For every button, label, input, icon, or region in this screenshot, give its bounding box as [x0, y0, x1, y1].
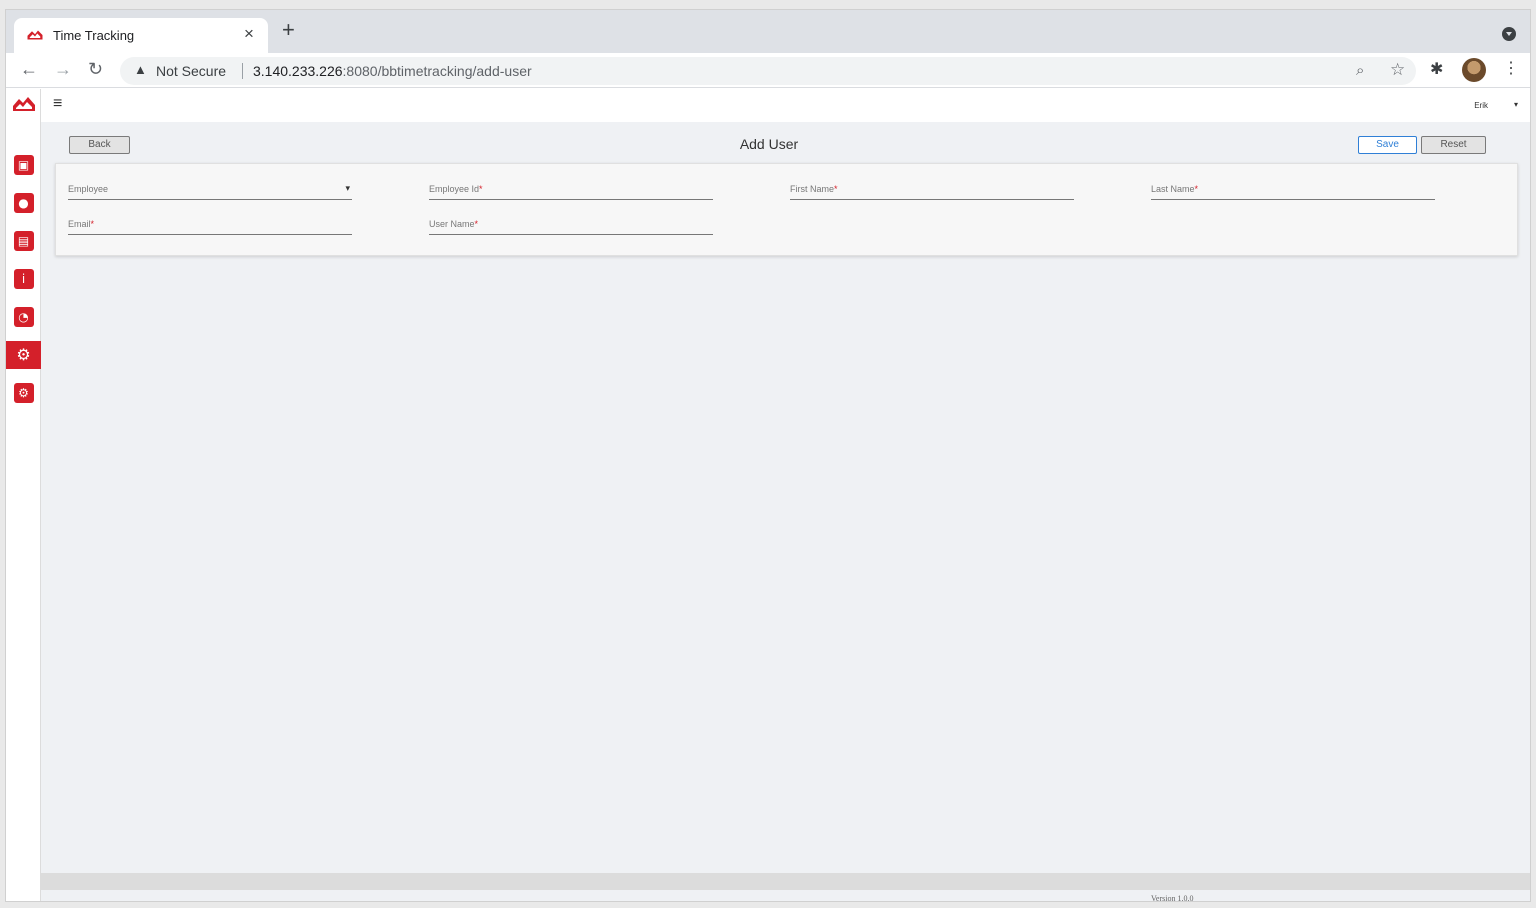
email-field[interactable]: Email*: [68, 215, 352, 235]
extensions-icon[interactable]: ✱: [1430, 59, 1443, 79]
close-tab-icon[interactable]: ×: [244, 24, 254, 44]
required-mark: *: [474, 219, 479, 229]
first-name-field[interactable]: First Name*: [790, 180, 1074, 200]
browser-tab[interactable]: Time Tracking ×: [14, 18, 268, 53]
gear-icon: ⚙: [16, 345, 31, 364]
person-icon: ●: [13, 193, 34, 213]
version-text: Version 1.0.0: [1151, 894, 1194, 902]
dashboard-icon: ▣: [13, 155, 34, 175]
required-mark: *: [834, 184, 838, 194]
top-bar: ≡ Erik ▾: [41, 89, 1530, 122]
tab-strip: Time Tracking × +: [6, 10, 1530, 53]
sidebar-item-2[interactable]: ▤: [6, 227, 41, 255]
tab-title: Time Tracking: [53, 28, 135, 43]
employee-select[interactable]: Employee ▾: [68, 180, 352, 200]
address-bar[interactable]: ▲ Not Secure 3.140.233.226:8080/bbtimetr…: [120, 57, 1416, 85]
sidebar-item-0[interactable]: ▣: [6, 151, 41, 179]
chevron-down-icon[interactable]: ▾: [345, 183, 350, 194]
last-name-label: Last Name*: [1151, 184, 1198, 194]
save-button[interactable]: Save: [1358, 136, 1417, 154]
info-icon: i: [13, 269, 34, 289]
required-mark: *: [1194, 184, 1199, 194]
sidebar-item-5[interactable]: ⚙: [6, 341, 41, 369]
back-arrow-icon[interactable]: ←: [20, 59, 38, 79]
url-text[interactable]: 3.140.233.226:8080/bbtimetracking/add-us…: [253, 63, 532, 79]
required-mark: *: [90, 219, 95, 229]
zoom-icon[interactable]: ⌕: [1356, 62, 1364, 79]
label-text: First Name: [790, 184, 835, 194]
hamburger-menu-icon[interactable]: ≡: [53, 95, 62, 113]
sidebar-item-4[interactable]: ◔: [6, 303, 41, 331]
warning-icon: ▲: [134, 62, 147, 77]
new-tab-icon[interactable]: +: [282, 19, 295, 41]
label-text: User Name: [429, 219, 475, 229]
user-settings-icon: ⚙: [13, 383, 34, 403]
url-host: 3.140.233.226: [253, 63, 343, 79]
user-clock-icon: ◔: [13, 307, 34, 327]
required-mark: *: [479, 184, 483, 194]
user-name-label: User Name*: [429, 219, 478, 229]
reload-icon[interactable]: ↻: [88, 59, 103, 79]
app-logo-icon[interactable]: [12, 95, 36, 113]
employee-id-label: Employee Id*: [429, 184, 483, 194]
app-logo-icon: [27, 30, 43, 40]
email-label: Email*: [68, 219, 94, 229]
profile-avatar[interactable]: [1462, 58, 1486, 82]
sidebar: ▣ ● ▤ i ◔ ⚙ ⚙: [6, 89, 41, 901]
user-name-field[interactable]: User Name*: [429, 215, 713, 235]
footer-bar: [41, 873, 1530, 890]
employee-id-field[interactable]: Employee Id*: [429, 180, 713, 200]
address-separator: [242, 63, 243, 79]
sidebar-item-1[interactable]: ●: [6, 189, 41, 217]
app-area: ▣ ● ▤ i ◔ ⚙ ⚙ ≡ Erik ▾ Back Add User Save Rese…: [6, 89, 1530, 902]
label-text: Last Name: [1151, 184, 1195, 194]
reset-button[interactable]: Reset: [1421, 136, 1486, 154]
url-path: :8080/bbtimetracking/add-user: [342, 63, 532, 79]
label-text: Employee Id: [429, 184, 480, 194]
sidebar-item-3[interactable]: i: [6, 265, 41, 293]
employee-label: Employee: [68, 184, 109, 194]
browser-toolbar: ← → ↻ ▲ Not Secure 3.140.233.226:8080/bb…: [6, 53, 1530, 88]
user-name[interactable]: Erik: [1474, 101, 1488, 110]
forward-arrow-icon[interactable]: →: [54, 59, 72, 79]
add-user-form: Employee ▾ Employee Id* First Name* Last…: [55, 163, 1518, 256]
page-title: Add User: [739, 136, 799, 152]
sidebar-item-6[interactable]: ⚙: [6, 379, 41, 407]
browser-menu-icon[interactable]: ⋮: [1503, 58, 1519, 78]
last-name-field[interactable]: Last Name*: [1151, 180, 1435, 200]
tab-search-icon[interactable]: [1502, 27, 1516, 41]
browser-window: Time Tracking × + ← → ↻ ▲ Not Secure 3.1…: [5, 9, 1531, 902]
security-label[interactable]: Not Secure: [156, 63, 226, 79]
first-name-label: First Name*: [790, 184, 838, 194]
document-icon: ▤: [13, 231, 34, 251]
label-text: Email: [68, 219, 91, 229]
chevron-down-icon[interactable]: ▾: [1514, 100, 1518, 109]
bookmark-star-icon[interactable]: ☆: [1390, 60, 1405, 80]
